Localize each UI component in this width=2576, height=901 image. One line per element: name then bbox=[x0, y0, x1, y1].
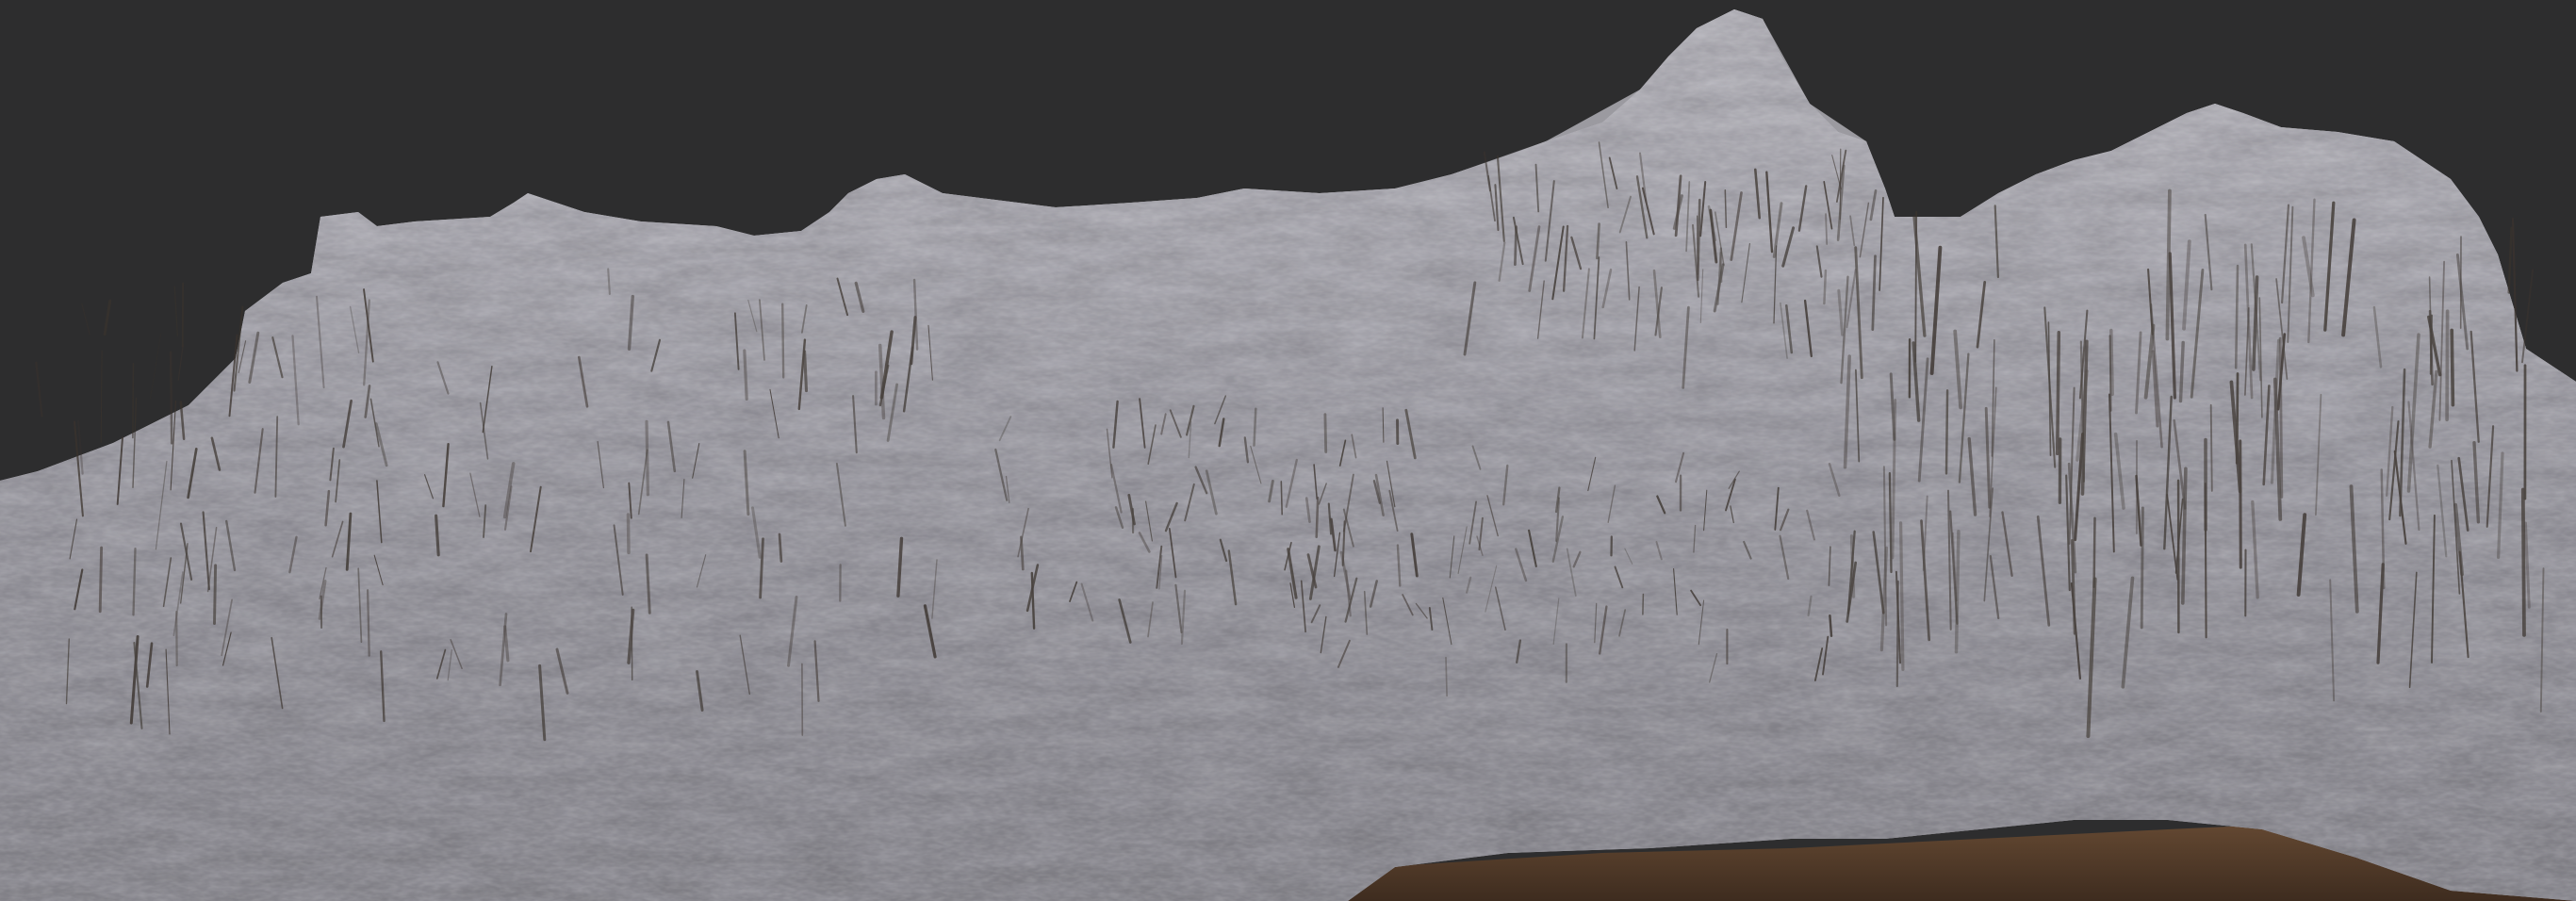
gully bbox=[626, 513, 631, 555]
gully bbox=[2092, 516, 2096, 588]
gully bbox=[98, 546, 104, 614]
gully bbox=[2239, 439, 2242, 569]
gully bbox=[1888, 472, 1893, 574]
gully bbox=[778, 532, 783, 563]
terrain-render bbox=[0, 0, 2576, 901]
gully bbox=[2140, 506, 2144, 630]
gully bbox=[1898, 521, 1905, 671]
gully bbox=[1642, 593, 1645, 615]
gully bbox=[1514, 225, 1518, 266]
gully bbox=[2445, 309, 2450, 422]
gully bbox=[803, 350, 809, 393]
gully bbox=[1280, 481, 1283, 516]
gully bbox=[1825, 213, 1829, 245]
gully bbox=[213, 564, 218, 625]
gully bbox=[1895, 580, 1899, 688]
gully bbox=[1944, 389, 1949, 475]
gully bbox=[2165, 188, 2172, 341]
gully bbox=[1445, 656, 1448, 697]
gully bbox=[169, 351, 173, 445]
gully bbox=[1829, 614, 1833, 637]
gully bbox=[2520, 487, 2526, 637]
terrain-viewport[interactable] bbox=[0, 0, 2576, 901]
gully bbox=[1315, 496, 1320, 539]
gully bbox=[2209, 403, 2213, 492]
gully bbox=[132, 362, 135, 439]
gully bbox=[1823, 269, 1828, 305]
gully bbox=[1323, 413, 1328, 453]
gully bbox=[2055, 331, 2061, 456]
gully bbox=[2278, 336, 2284, 499]
gully bbox=[2450, 328, 2455, 407]
gully bbox=[781, 303, 785, 379]
gully bbox=[1849, 534, 1856, 598]
gully bbox=[2234, 264, 2240, 369]
